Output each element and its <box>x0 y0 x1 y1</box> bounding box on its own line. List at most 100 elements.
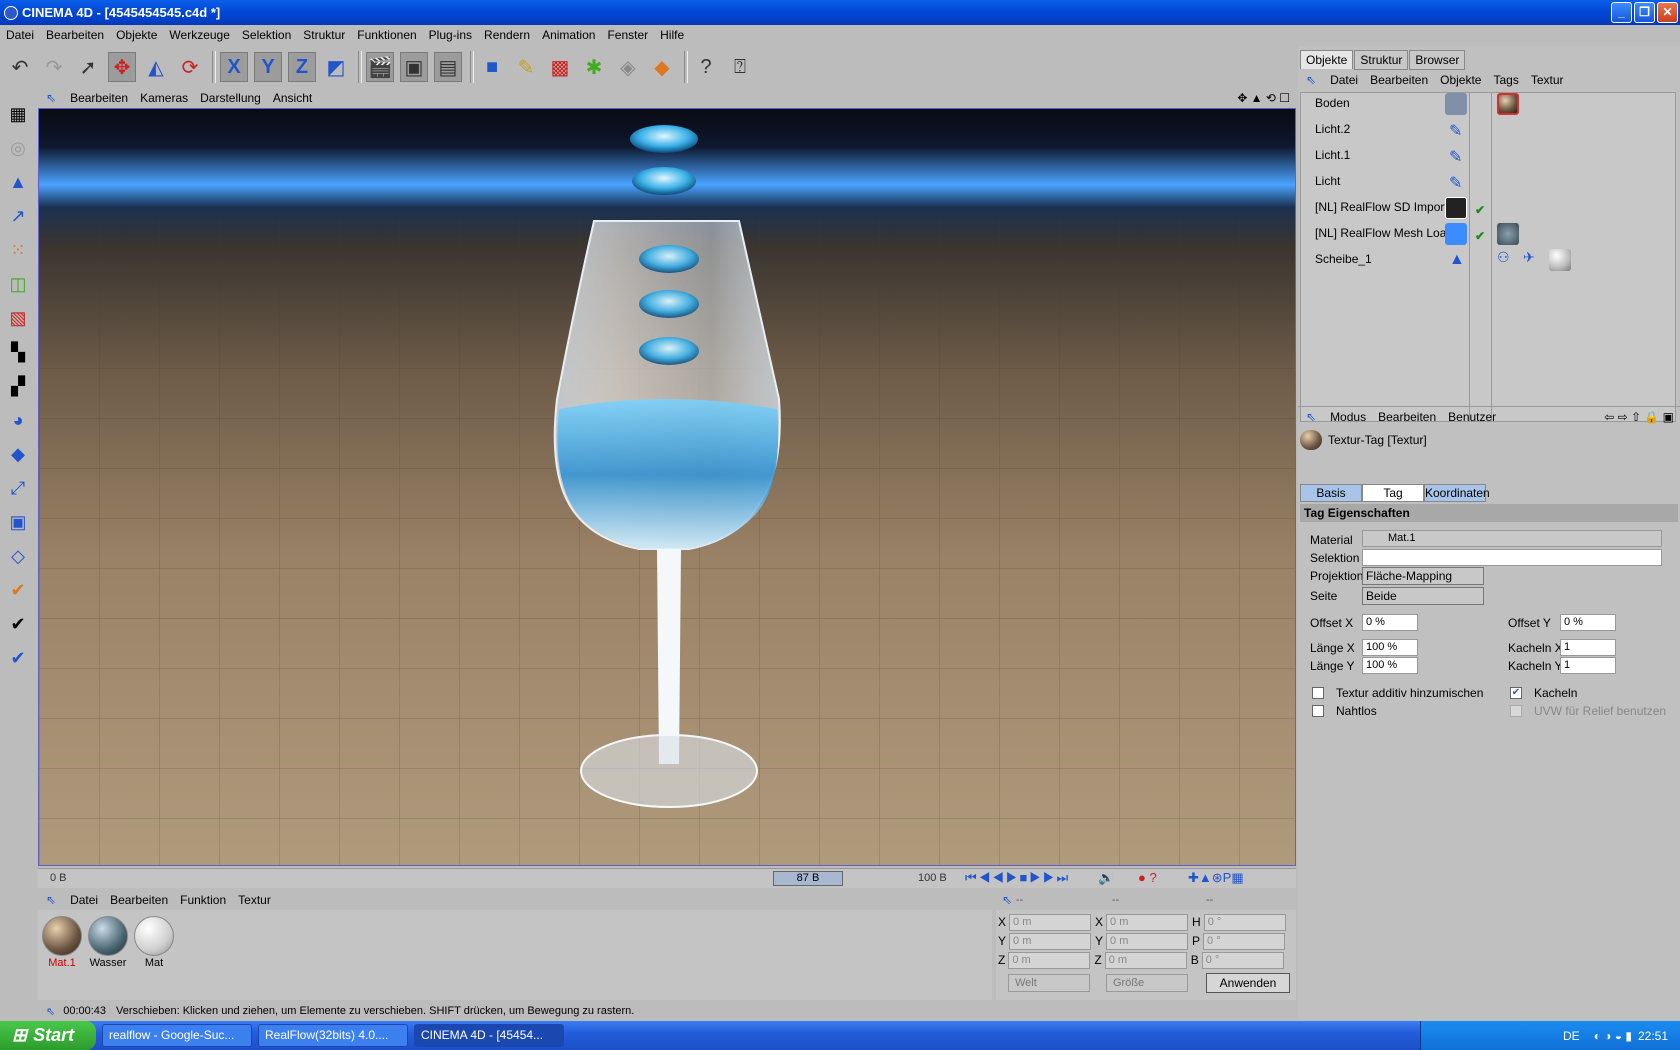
projection-dropdown[interactable]: Fläche-Mapping <box>1362 567 1484 585</box>
texture-tag-icon[interactable] <box>1497 93 1519 115</box>
timeline-current-frame[interactable]: 87 B <box>773 871 843 886</box>
offset-x-field[interactable]: 0 % <box>1362 614 1418 631</box>
render-view-icon[interactable]: 🎬 <box>366 52 394 82</box>
compositing-tag-icon[interactable]: ✈ <box>1523 249 1545 271</box>
tweak-mode-icon[interactable]: ⤢ <box>4 473 32 503</box>
y-axis-lock-icon[interactable]: Y <box>254 52 282 82</box>
offset-y-field[interactable]: 0 % <box>1560 614 1616 631</box>
material-menu-datei[interactable]: Datei <box>64 893 104 907</box>
record-keyframe-icon[interactable]: ● ? <box>1138 870 1157 885</box>
object-menu-objekte[interactable]: Objekte <box>1434 73 1487 87</box>
points-mode-icon[interactable]: ⁙ <box>4 235 32 265</box>
taskbar-item-cinema4d[interactable]: CINEMA 4D - [45454... <box>414 1024 564 1047</box>
viewport-menu-ansicht[interactable]: Ansicht <box>267 91 318 105</box>
realflow-sd-icon[interactable] <box>1445 197 1467 219</box>
attribute-menu-icon[interactable]: ⇖ <box>1298 410 1324 424</box>
select-pointer-icon[interactable]: ➚ <box>74 52 102 82</box>
menu-bearbeiten[interactable]: Bearbeiten <box>40 28 110 42</box>
menu-objekte[interactable]: Objekte <box>110 28 163 42</box>
enable-axis-icon[interactable]: ✔ <box>4 575 32 605</box>
tray-icons[interactable]: ◐ ◑ ◒ ▮ <box>1594 1029 1632 1043</box>
use-model-icon[interactable]: ◎ <box>4 133 32 163</box>
playback-controls[interactable]: ⏮◀◀▶■▶▶⏭ <box>965 870 1070 886</box>
coordinate-menu-icon[interactable]: ⇖ <box>996 893 1018 907</box>
object-mode-icon[interactable]: ▲ <box>4 167 32 197</box>
object-menu-bearbeiten[interactable]: Bearbeiten <box>1364 73 1434 87</box>
viewport-navigation-icons[interactable]: ✥ ▲ ⟲ ☐ <box>1237 91 1290 105</box>
tab-struktur[interactable]: Struktur <box>1354 50 1409 70</box>
apply-button[interactable]: Anwenden <box>1206 973 1290 993</box>
material-item[interactable]: Mat <box>132 914 176 969</box>
material-field[interactable]: Mat.1 <box>1362 530 1662 547</box>
object-row-licht[interactable]: Licht <box>1315 171 1340 191</box>
3d-viewport[interactable] <box>38 108 1296 866</box>
position-y-field[interactable]: 0 m <box>1009 932 1092 950</box>
object-menu-icon[interactable]: ⇖ <box>1298 73 1324 87</box>
rotation-p-field[interactable]: 0 ° <box>1203 932 1286 950</box>
rotate-tool-icon[interactable]: ⟳ <box>176 52 204 82</box>
tab-koordinaten[interactable]: Koordinaten <box>1424 484 1490 502</box>
object-row-realflow-mesh-loader[interactable]: [NL] RealFlow Mesh Loader <box>1315 223 1464 243</box>
menu-funktionen[interactable]: Funktionen <box>351 28 422 42</box>
light-object-icon[interactable]: ✎ <box>1449 173 1471 195</box>
rotation-b-field[interactable]: 0 ° <box>1201 951 1284 969</box>
render-picture-viewer-icon[interactable]: ▣ <box>400 52 428 82</box>
texture-tag-icon[interactable] <box>1497 223 1519 245</box>
cube-object-icon[interactable]: ■ <box>478 52 506 82</box>
side-dropdown[interactable]: Beide <box>1362 587 1484 605</box>
disc-object-icon[interactable]: ▲ <box>1449 251 1471 273</box>
enabled-check-icon[interactable]: ✔ <box>1475 203 1485 217</box>
position-x-field[interactable]: 0 m <box>1009 913 1092 931</box>
minimize-button[interactable]: _ <box>1611 2 1632 23</box>
tiles-y-field[interactable]: 1 <box>1560 657 1616 674</box>
polygons-mode-icon[interactable]: ▧ <box>4 303 32 333</box>
taskbar-item-firefox[interactable]: realflow - Google-Suc... <box>102 1024 252 1047</box>
layout-icon[interactable]: ▦ <box>4 99 32 129</box>
snap-icon[interactable]: ▣ <box>4 507 32 537</box>
menu-rendern[interactable]: Rendern <box>478 28 536 42</box>
tab-browser[interactable]: Browser <box>1409 50 1466 70</box>
scale-tool-icon[interactable]: ◭ <box>142 52 170 82</box>
light-icon[interactable]: ◆ <box>648 52 676 82</box>
menu-datei[interactable]: Datei <box>0 28 40 42</box>
axis-mode-icon[interactable]: ↗ <box>4 201 32 231</box>
menu-werkzeuge[interactable]: Werkzeuge <box>163 28 235 42</box>
menu-plugins[interactable]: Plug-ins <box>423 28 478 42</box>
material-menu-icon[interactable]: ⇖ <box>38 893 64 907</box>
material-menu-textur[interactable]: Textur <box>232 893 277 907</box>
selection-field[interactable] <box>1362 549 1662 566</box>
size-mode-dropdown[interactable]: Größe <box>1106 974 1188 992</box>
object-row-licht1[interactable]: Licht.1 <box>1315 145 1350 165</box>
object-list[interactable]: Boden Licht.2 Licht.1 Licht [NL] RealFlo… <box>1300 92 1676 422</box>
realflow-mesh-icon[interactable] <box>1445 223 1467 245</box>
x-axis-lock-icon[interactable]: X <box>220 52 248 82</box>
paint-tool-icon[interactable]: ✔ <box>4 643 32 673</box>
animation-mode-icon[interactable]: ◕ <box>4 405 32 435</box>
help-dialog-icon[interactable]: ⍰ <box>726 52 754 82</box>
object-menu-tags[interactable]: Tags <box>1487 73 1524 87</box>
light-object-icon[interactable]: ✎ <box>1449 121 1471 143</box>
edges-mode-icon[interactable]: ◫ <box>4 269 32 299</box>
size-z-field[interactable]: 0 m <box>1104 951 1187 969</box>
viewport-menu-kameras[interactable]: Kameras <box>134 91 194 105</box>
texture-mode-icon[interactable]: ▚ <box>4 337 32 367</box>
camera-icon[interactable]: ◈ <box>614 52 642 82</box>
menu-hilfe[interactable]: Hilfe <box>654 28 690 42</box>
viewport-menu-bearbeiten[interactable]: Bearbeiten <box>64 91 134 105</box>
sound-icon[interactable]: 🔊 <box>1098 870 1114 886</box>
inverse-kinematics-icon[interactable]: ◆ <box>4 439 32 469</box>
attribute-menu-modus[interactable]: Modus <box>1324 410 1372 424</box>
render-settings-icon[interactable]: ▤ <box>434 52 462 82</box>
tab-objekte[interactable]: Objekte <box>1300 50 1354 69</box>
position-z-field[interactable]: 0 m <box>1008 951 1091 969</box>
tile-checkbox[interactable]: ✔ <box>1510 687 1522 699</box>
redo-icon[interactable]: ↷ <box>40 52 68 82</box>
attribute-menu-bearbeiten[interactable]: Bearbeiten <box>1372 410 1442 424</box>
coordinate-space-dropdown[interactable]: Welt <box>1008 974 1090 992</box>
undo-icon[interactable]: ↶ <box>6 52 34 82</box>
enabled-check-icon[interactable]: ✔ <box>1475 229 1485 243</box>
texture-tag-icon[interactable] <box>1549 249 1571 271</box>
attribute-navigation-icons[interactable]: ⇦ ⇨ ⇧ 🔒 ▣ <box>1604 410 1674 424</box>
tiles-x-field[interactable]: 1 <box>1560 639 1616 656</box>
spline-pen-icon[interactable]: ✎ <box>512 52 540 82</box>
